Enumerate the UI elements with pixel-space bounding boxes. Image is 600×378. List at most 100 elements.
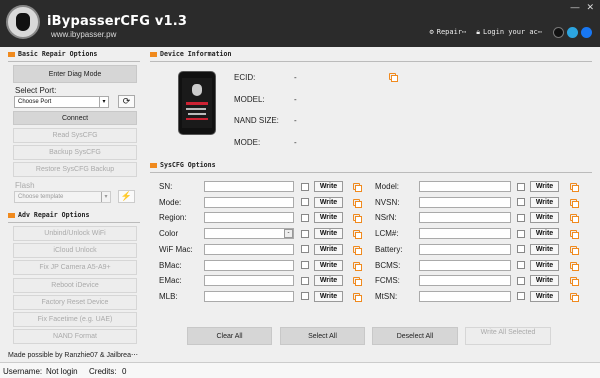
adv-option-button[interactable]: Fix Facetime (e.g. UAE) xyxy=(13,312,137,327)
facebook-icon[interactable] xyxy=(581,27,592,38)
write-button[interactable]: Write xyxy=(314,290,343,302)
syscfg-label: WiF Mac: xyxy=(159,244,193,254)
device-field-label: MODEL: xyxy=(234,94,265,104)
syscfg-checkbox[interactable] xyxy=(517,213,525,222)
connect-button[interactable]: Connect xyxy=(13,111,137,125)
syscfg-label: Color xyxy=(159,229,179,239)
copy-icon[interactable] xyxy=(353,183,362,192)
syscfg-field[interactable] xyxy=(204,181,294,192)
copy-icon[interactable] xyxy=(570,292,579,302)
telegram-icon[interactable] xyxy=(567,27,578,38)
syscfg-field[interactable] xyxy=(204,290,294,302)
write-button[interactable]: Write xyxy=(530,290,559,302)
write-button[interactable]: Write xyxy=(530,275,559,287)
syscfg-field[interactable] xyxy=(204,243,294,255)
syscfg-checkbox[interactable] xyxy=(517,261,525,269)
syscfg-field[interactable] xyxy=(419,275,511,287)
write-button[interactable]: Write xyxy=(314,181,343,192)
adv-option-button[interactable]: Fix JP Camera A5-A9+ xyxy=(13,260,137,276)
deselect-all-button[interactable]: Deselect All xyxy=(372,327,458,345)
enter-diag-button[interactable]: Enter Diag Mode xyxy=(13,65,137,83)
write-button[interactable]: Write xyxy=(314,228,343,240)
syscfg-checkbox[interactable] xyxy=(301,261,309,269)
mask-icon[interactable] xyxy=(553,27,564,38)
syscfg-field[interactable] xyxy=(419,228,511,240)
syscfg-field[interactable] xyxy=(419,243,511,255)
syscfg-checkbox[interactable] xyxy=(517,229,525,238)
select-all-button[interactable]: Select All xyxy=(280,327,365,345)
write-button[interactable]: Write xyxy=(314,275,343,287)
dropdown-button[interactable]: - xyxy=(284,229,293,239)
syscfg-field[interactable] xyxy=(419,290,511,302)
clear-all-button[interactable]: Clear All xyxy=(187,327,272,345)
write-button[interactable]: Write xyxy=(530,259,559,271)
device-image xyxy=(178,71,216,135)
copy-icon[interactable] xyxy=(570,183,579,192)
template-select[interactable]: Choose template ▾ xyxy=(14,191,111,203)
write-button[interactable]: Write xyxy=(314,259,343,271)
adv-option-button[interactable]: Unbind/Unlock WiFi xyxy=(13,226,137,241)
copy-icon[interactable] xyxy=(570,198,579,208)
syscfg-field[interactable] xyxy=(419,212,511,224)
credits-value: 0 xyxy=(122,367,127,376)
syscfg-field[interactable] xyxy=(204,275,294,287)
copy-icon[interactable] xyxy=(570,245,579,255)
copy-icon[interactable] xyxy=(353,198,362,208)
syscfg-checkbox[interactable] xyxy=(301,276,309,285)
read-syscfg-button[interactable]: Read SysCFG xyxy=(13,128,137,143)
syscfg-checkbox[interactable] xyxy=(301,245,309,254)
syscfg-field[interactable] xyxy=(204,228,294,240)
syscfg-label: SN: xyxy=(159,182,173,191)
syscfg-field[interactable] xyxy=(204,196,294,208)
syscfg-field[interactable] xyxy=(419,196,511,208)
copy-icon[interactable] xyxy=(570,230,579,240)
port-select[interactable]: Choose Port ▾ xyxy=(14,96,109,108)
flash-button[interactable]: ⚡ xyxy=(118,190,135,203)
syscfg-checkbox[interactable] xyxy=(301,229,309,238)
syscfg-field[interactable] xyxy=(204,259,294,271)
adv-option-button[interactable]: Reboot iDevice xyxy=(13,277,137,293)
write-button[interactable]: Write xyxy=(530,181,559,192)
copy-icon[interactable] xyxy=(353,292,362,302)
copy-icon[interactable] xyxy=(570,277,579,287)
copy-icon[interactable] xyxy=(353,261,362,271)
syscfg-checkbox[interactable] xyxy=(517,182,525,191)
copy-icon[interactable] xyxy=(353,245,362,255)
syscfg-label: MLB: xyxy=(159,291,178,301)
write-button[interactable]: Write xyxy=(314,212,343,224)
restore-syscfg-button[interactable]: Restore SysCFG Backup xyxy=(13,162,137,177)
minimize-button[interactable]: — xyxy=(570,2,579,13)
syscfg-checkbox[interactable] xyxy=(301,198,309,207)
adv-option-button[interactable]: iCloud Unlock xyxy=(13,243,137,259)
syscfg-checkbox[interactable] xyxy=(301,292,309,301)
write-button[interactable]: Write xyxy=(530,196,559,208)
write-button[interactable]: Write xyxy=(530,243,559,255)
syscfg-field[interactable] xyxy=(419,181,511,192)
write-button[interactable]: Write xyxy=(314,243,343,255)
adv-option-button[interactable]: Factory Reset Device xyxy=(13,294,137,310)
write-button[interactable]: Write xyxy=(314,196,343,208)
copy-icon[interactable] xyxy=(353,230,362,240)
syscfg-checkbox[interactable] xyxy=(517,245,525,254)
refresh-ports-button[interactable]: ⟳ xyxy=(118,95,135,108)
copy-icon[interactable] xyxy=(570,214,579,224)
repair-link[interactable]: ⚙ Repair⋯ xyxy=(430,28,467,37)
syscfg-checkbox[interactable] xyxy=(517,198,525,207)
copy-icon[interactable] xyxy=(353,214,362,224)
close-button[interactable]: ✕ xyxy=(586,2,594,13)
backup-syscfg-button[interactable]: Backup SysCFG xyxy=(13,145,137,160)
write-button[interactable]: Write xyxy=(530,228,559,240)
syscfg-field[interactable] xyxy=(204,212,294,224)
copy-icon[interactable] xyxy=(353,277,362,287)
syscfg-checkbox[interactable] xyxy=(301,213,309,222)
write-button[interactable]: Write xyxy=(530,212,559,224)
copy-icon[interactable] xyxy=(389,73,398,82)
syscfg-field[interactable] xyxy=(419,259,511,271)
syscfg-checkbox[interactable] xyxy=(517,292,525,301)
syscfg-checkbox[interactable] xyxy=(517,276,525,285)
write-all-selected-button[interactable]: Write All Selected xyxy=(465,327,551,345)
syscfg-checkbox[interactable] xyxy=(301,182,309,191)
login-link[interactable]: 🔒︎ Login your ac⋯ xyxy=(476,28,542,37)
copy-icon[interactable] xyxy=(570,261,579,271)
adv-option-button[interactable]: NAND Format xyxy=(13,329,137,345)
